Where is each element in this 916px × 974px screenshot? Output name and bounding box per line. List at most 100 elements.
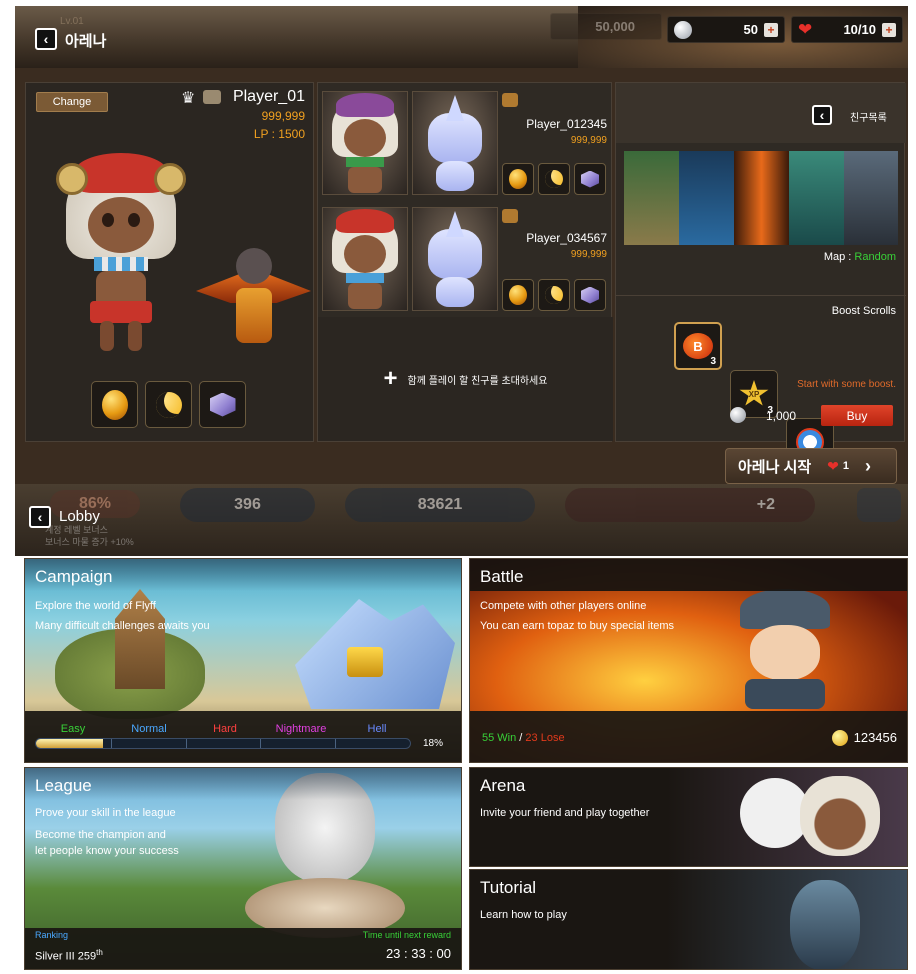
lobby-title: Lobby xyxy=(59,508,100,525)
player-card: Change ♛ Player_01 999,999 LP : 1500 xyxy=(25,82,314,442)
difficulty-labels: Easy Normal Hard Nightmare Hell xyxy=(35,723,415,737)
arena-top-bar: ‹ 아레나 Lv.01 50,000 50 + ❤ 10/10 + xyxy=(15,6,908,68)
map-label-text: Map : xyxy=(823,251,855,263)
battle-line-2: You can earn topaz to buy special items xyxy=(480,620,675,632)
difficulty-easy[interactable]: Easy xyxy=(35,723,111,735)
pet-icon xyxy=(203,90,221,104)
tutorial-line-1: Learn how to play xyxy=(480,909,567,921)
pet-character-image xyxy=(196,243,311,358)
coin-icon xyxy=(674,20,692,39)
league-tile[interactable]: League Prove your skill in the league Be… xyxy=(24,767,462,970)
add-hearts-button[interactable]: + xyxy=(882,22,896,37)
boost-b-count: 3 xyxy=(710,356,716,367)
map-preview[interactable] xyxy=(624,151,898,245)
lock-icon xyxy=(347,647,383,677)
arena-line-1: Invite your friend and play together xyxy=(480,807,650,819)
blurred-hearts: +2 xyxy=(565,488,815,522)
reward-timer: 23 : 33 : 00 xyxy=(385,946,451,961)
heart-icon: ❤ xyxy=(798,19,813,39)
player-character-image xyxy=(46,153,196,363)
friends-list-label: 친구목록 xyxy=(850,113,887,124)
add-coins-button[interactable]: + xyxy=(764,22,778,37)
crown-icon: ♛ xyxy=(181,90,196,107)
invite-friend-slot[interactable]: + 함께 플레이 할 친구를 초대하세요 xyxy=(318,317,613,441)
boost-b-icon: B xyxy=(683,333,713,359)
teammate-2-score: 999,999 xyxy=(570,249,607,260)
campaign-progress-bar xyxy=(35,738,411,749)
battle-tile[interactable]: Battle Compete with other players online… xyxy=(469,558,908,763)
teammate-2-item-2 xyxy=(538,279,570,311)
league-rank-suffix: th xyxy=(96,948,103,957)
teammate-1-name: Player_012345 xyxy=(526,117,607,131)
player-score: 999,999 xyxy=(261,109,305,123)
tutorial-title: Tutorial xyxy=(480,878,537,897)
boost-xp-icon: XP xyxy=(739,380,769,406)
lobby-top-bar: 86% 계정 레벨 보너스 보너스 마물 증가 +10% 396 83621 +2… xyxy=(15,484,908,556)
teammate-1-item-2 xyxy=(538,163,570,195)
chevron-left-icon: ‹ xyxy=(819,107,825,123)
blurred-bonus-2: 보너스 마물 증가 +10% xyxy=(45,537,134,547)
honey-jar-icon xyxy=(101,389,128,420)
arena-back-button[interactable]: ‹ xyxy=(35,28,57,50)
boost-hint: Start with some boost. xyxy=(797,379,896,390)
boost-b-slot[interactable]: B3 xyxy=(674,322,722,370)
teammate-1-pet xyxy=(412,91,498,195)
teammate-2-item-1 xyxy=(502,279,534,311)
arena-panel: Change ♛ Player_01 999,999 LP : 1500 Pla… xyxy=(15,68,908,514)
difficulty-normal[interactable]: Normal xyxy=(111,723,187,735)
pet-icon xyxy=(502,93,518,107)
topaz-count: 123456 xyxy=(853,730,897,745)
tutorial-penguin-image xyxy=(790,880,860,969)
difficulty-nightmare[interactable]: Nightmare xyxy=(263,723,339,735)
blurred-currency-value: 50,000 xyxy=(595,19,635,34)
match-settings-panel: ‹ 친구목록 Map : Random Boost Scrolls B3 XP 3… xyxy=(615,82,906,514)
lobby-back-button[interactable]: ‹ xyxy=(29,506,51,528)
buy-button[interactable]: Buy xyxy=(821,405,893,426)
honey-jar-icon xyxy=(509,285,527,305)
blurred-gems: 396 xyxy=(180,488,315,522)
blurred-bonus: 계정 레벨 보너스 보너스 마물 증가 +10% xyxy=(45,524,134,548)
boost-title: Boost Scrolls xyxy=(831,305,896,317)
teammate-2-name: Player_034567 xyxy=(526,231,607,245)
arena-title: Arena xyxy=(480,776,526,795)
difficulty-hell[interactable]: Hell xyxy=(339,723,415,735)
moon-icon xyxy=(545,286,563,304)
map-label: Map : Random xyxy=(824,251,896,263)
difficulty-hard[interactable]: Hard xyxy=(187,723,263,735)
start-arena-button[interactable]: 아레나 시작 ❤ 1 › xyxy=(725,448,897,484)
teammate-1-item-1 xyxy=(502,163,534,195)
league-line-1: Prove your skill in the league xyxy=(35,807,176,819)
battle-losses: 23 Lose xyxy=(525,732,565,744)
pet-icon xyxy=(502,209,518,223)
ranking-label: Ranking xyxy=(35,930,69,940)
coin-icon xyxy=(730,407,746,423)
change-button[interactable]: Change xyxy=(36,92,108,112)
league-title: League xyxy=(35,776,92,795)
battle-wins: 55 Win xyxy=(482,732,517,744)
player-item-slot-2[interactable] xyxy=(145,381,192,428)
arena-tile[interactable]: Arena Invite your friend and play togeth… xyxy=(469,767,908,867)
friends-list-button[interactable]: ‹ xyxy=(812,105,832,125)
battle-record: 55 Win / 23 Lose xyxy=(482,732,565,744)
teammate-2-item-3 xyxy=(574,279,606,311)
start-cost: 1 xyxy=(842,460,850,472)
boost-price: 1,000 xyxy=(766,409,797,423)
map-value: Random xyxy=(854,251,896,263)
league-rank: Silver III 259th xyxy=(35,948,103,963)
divider xyxy=(616,295,906,296)
chevron-left-icon: ‹ xyxy=(43,31,49,47)
campaign-progress-percent: 18% xyxy=(422,738,443,749)
heart-counter: ❤ 10/10 + xyxy=(791,16,903,43)
coin-value: 50 xyxy=(743,22,758,37)
coin-counter: 50 + xyxy=(667,16,785,43)
blurred-coins: 83621 xyxy=(345,488,535,522)
player-item-slot-3[interactable] xyxy=(199,381,246,428)
player-item-slot-1[interactable] xyxy=(91,381,138,428)
campaign-title: Campaign xyxy=(35,567,113,586)
player-name: Player_01 xyxy=(232,88,305,105)
start-arena-label: 아레나 시작 xyxy=(738,458,812,476)
campaign-tile[interactable]: Campaign Explore the world of Flyff Many… xyxy=(24,558,462,763)
team-panel: Player_012345 999,999 Player_034567 999,… xyxy=(317,82,613,442)
campaign-line-1: Explore the world of Flyff xyxy=(35,600,156,612)
tutorial-tile[interactable]: Tutorial Learn how to play xyxy=(469,869,908,970)
